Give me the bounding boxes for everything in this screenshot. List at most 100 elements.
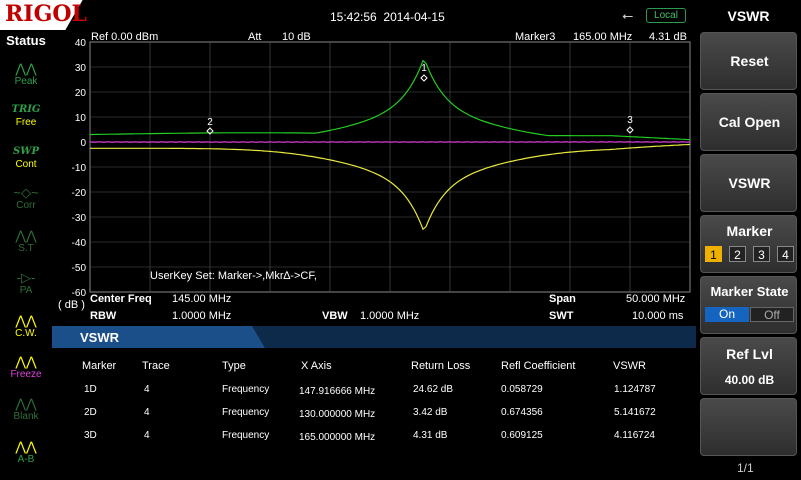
cell-refl-coefficient: 0.058729 [501, 384, 543, 395]
cw-icon: ⋀⋀ [15, 313, 37, 328]
rbw-value[interactable]: 1.0000 MHz [172, 310, 231, 322]
cell-trace: 4 [144, 384, 150, 395]
reset-label: Reset [730, 53, 769, 69]
y-tick-label: -30 [72, 213, 87, 224]
cell-type: Frequency [222, 384, 270, 395]
cell-xaxis: 147.916666 MHz [299, 386, 376, 397]
status-corr: ~◇~ Corr [0, 185, 52, 212]
span-value[interactable]: 50.000 MHz [626, 293, 685, 305]
col-header-vswr: VSWR [613, 360, 646, 372]
peak-icon: ⋀⋀ [15, 61, 37, 76]
marker-option-3[interactable]: 3 [753, 246, 770, 262]
reset-button[interactable]: Reset [700, 32, 797, 90]
usb-icon: ⭠ [622, 7, 634, 23]
y-tick-label: 10 [75, 113, 87, 124]
status-swp: SWP Cont [0, 145, 52, 170]
col-header-trace: Trace [142, 360, 170, 372]
marker-readout-label: Marker3 [515, 31, 556, 43]
amb-icon: ⋀⋀ [15, 439, 37, 454]
date-text: 2014-04-15 [383, 10, 445, 24]
cell-trace: 4 [144, 430, 150, 441]
ref-level-text: Ref 0.00 dBm [91, 31, 159, 43]
ref-lvl-button[interactable]: Ref Lvl 40.00 dB [700, 337, 797, 395]
cell-vswr: 4.116724 [614, 430, 655, 441]
freeze-icon: ⋀⋀ [15, 354, 37, 369]
cell-xaxis: 130.000000 MHz [299, 409, 376, 420]
marker-button[interactable]: Marker [700, 215, 797, 273]
corr-icon: ~◇~ [13, 185, 39, 200]
marker-state-off[interactable]: Off [750, 307, 794, 322]
status-freeze: ⋀⋀ Freeze [0, 354, 52, 381]
marker-1-label: 1 [421, 63, 427, 74]
cell-vswr: 5.141672 [614, 407, 656, 418]
vswr-button[interactable]: VSWR [700, 154, 797, 212]
cell-xaxis: 165.000000 MHz [299, 432, 376, 443]
vbw-label: VBW [322, 310, 348, 322]
cell-marker: 1D [84, 384, 97, 395]
cell-vswr: 1.124787 [614, 384, 656, 395]
table-tab-bar [52, 326, 696, 350]
y-tick-label: -50 [72, 263, 87, 274]
y-tick-label: 20 [75, 88, 87, 99]
y-tick-label: 30 [75, 63, 87, 74]
att-value: 10 dB [282, 31, 311, 43]
y-axis-ticks: 40 30 20 10 0 -10 -20 -30 -40 -50 -60 [72, 38, 87, 299]
cell-refl-coefficient: 0.674356 [501, 407, 543, 418]
marker-3-label: 3 [627, 115, 633, 126]
cal-open-label: Cal Open [718, 114, 781, 130]
table-title: VSWR [80, 330, 119, 345]
clock: 15:42:56 2014-04-15 [330, 10, 445, 24]
y-tick-label: 40 [75, 38, 87, 49]
cell-type: Frequency [222, 430, 270, 441]
swt-label: SWT [549, 310, 574, 322]
marker-state-button[interactable]: Marker State [700, 276, 797, 334]
st-icon: ⋀⋀ [15, 228, 37, 243]
marker-2-label: 2 [207, 117, 213, 128]
status-cw: ⋀⋀ C.W. [0, 313, 52, 340]
menu-title: VSWR [727, 8, 770, 24]
status-peak: ⋀⋀ Peak [0, 61, 52, 88]
marker-state-on[interactable]: On [705, 307, 749, 322]
cell-marker: 2D [84, 407, 97, 418]
marker-state-label: Marker State [710, 284, 789, 299]
marker-readout-freq: 165.00 MHz [573, 31, 633, 43]
att-label: Att [248, 31, 262, 43]
cal-open-button[interactable]: Cal Open [700, 93, 797, 151]
span-label: Span [549, 293, 576, 305]
swp-icon: SWP [13, 146, 39, 157]
y-tick-label: 0 [80, 138, 86, 149]
center-freq-value[interactable]: 145.00 MHz [172, 293, 231, 305]
cell-marker: 3D [84, 430, 97, 441]
marker-option-1[interactable]: 1 [705, 246, 722, 262]
trig-icon: TRIG [11, 104, 41, 115]
marker-option-2[interactable]: 2 [729, 246, 746, 262]
status-title: Status [6, 33, 46, 48]
col-header-xaxis: X Axis [301, 360, 332, 372]
time-text: 15:42:56 [330, 10, 377, 24]
swt-value[interactable]: 10.000 ms [632, 310, 683, 322]
y-tick-label: -60 [72, 288, 87, 299]
empty-softkey[interactable] [700, 398, 797, 456]
status-trig: TRIG Free [0, 103, 52, 128]
y-tick-label: -10 [72, 163, 87, 174]
status-blank: ⋀⋀ Blank [0, 396, 52, 423]
cell-return-loss: 24.62 dB [413, 384, 454, 395]
col-header-refl-coefficient: Refl Coefficient [501, 360, 576, 372]
blank-icon: ⋀⋀ [15, 396, 37, 411]
y-tick-label: -40 [72, 238, 87, 249]
col-header-return-loss: Return Loss [411, 360, 471, 372]
col-header-marker: Marker [82, 360, 117, 372]
ref-lvl-value: 40.00 dB [724, 373, 775, 387]
spectrum-plot[interactable]: 40 30 20 10 0 -10 -20 -30 -40 -50 -60 1 2 3 [52, 30, 696, 326]
page-indicator: 1/1 [737, 461, 754, 475]
cell-return-loss: 3.42 dB [413, 407, 448, 418]
vbw-value[interactable]: 1.0000 MHz [360, 310, 419, 322]
rbw-label: RBW [90, 310, 117, 322]
status-amb: ⋀⋀ A-B [0, 439, 52, 466]
cell-return-loss: 4.31 dB [413, 430, 448, 441]
vswr-label: VSWR [728, 175, 771, 191]
status-st: ⋀⋀ S.T [0, 228, 52, 255]
local-badge[interactable]: Local [646, 8, 686, 23]
y-tick-label: -20 [72, 188, 87, 199]
marker-option-4[interactable]: 4 [777, 246, 794, 262]
